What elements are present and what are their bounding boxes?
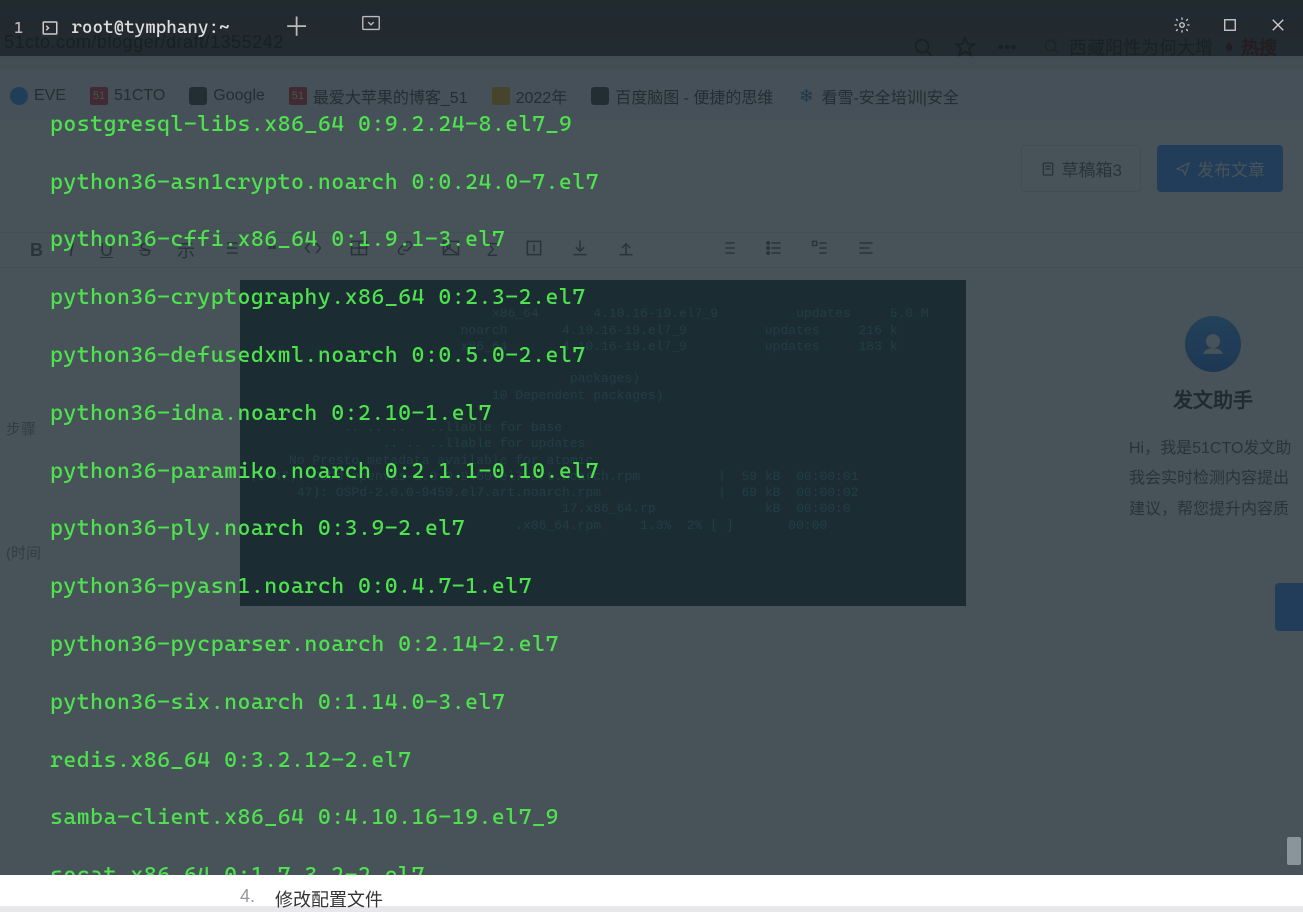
package-line: socat.x86_64 0:1.7.3.2-2.el7 bbox=[24, 862, 1283, 875]
package-line: python36-pyasn1.noarch 0:0.4.7-1.el7 bbox=[24, 573, 1283, 602]
package-line: python36-asn1crypto.noarch 0:0.24.0-7.el… bbox=[24, 169, 1283, 198]
terminal-tab[interactable]: 1 root@tymphany:~ bbox=[0, 0, 254, 56]
package-line: python36-idna.noarch 0:2.10-1.el7 bbox=[24, 400, 1283, 429]
terminal-tab-title: root@tymphany:~ bbox=[71, 14, 229, 43]
terminal-scrollbar-thumb[interactable] bbox=[1287, 837, 1301, 865]
package-line: redis.x86_64 0:3.2.12-2.el7 bbox=[24, 747, 1283, 776]
package-line: samba-client.x86_64 0:4.10.16-19.el7_9 bbox=[24, 804, 1283, 833]
terminal-tab-number: 1 bbox=[14, 14, 23, 43]
tab-dropdown-icon[interactable] bbox=[340, 12, 402, 44]
package-line: python36-defusedxml.noarch 0:0.5.0-2.el7 bbox=[24, 342, 1283, 371]
article-body-text: 4. 修改配置文件 bbox=[240, 886, 383, 912]
close-icon[interactable] bbox=[1269, 14, 1287, 43]
package-line: python36-cffi.x86_64 0:1.9.1-3.el7 bbox=[24, 226, 1283, 255]
package-line: postgresql-libs.x86_64 0:9.2.24-8.el7_9 bbox=[24, 111, 1283, 140]
settings-icon[interactable] bbox=[1173, 14, 1191, 43]
package-line: python36-six.noarch 0:1.14.0-3.el7 bbox=[24, 689, 1283, 718]
maximize-icon[interactable] bbox=[1221, 14, 1239, 43]
terminal-output[interactable]: postgresql-libs.x86_64 0:9.2.24-8.el7_9 … bbox=[24, 82, 1283, 865]
terminal-icon bbox=[41, 19, 59, 37]
terminal-window[interactable]: 1 root@tymphany:~ ＋ postgresql-libs.x86_… bbox=[0, 0, 1303, 875]
package-line: python36-cryptography.x86_64 0:2.3-2.el7 bbox=[24, 284, 1283, 313]
package-line: python36-paramiko.noarch 0:2.1.1-0.10.el… bbox=[24, 458, 1283, 487]
new-tab-button[interactable]: ＋ bbox=[254, 14, 340, 43]
package-line: python36-pycparser.noarch 0:2.14-2.el7 bbox=[24, 631, 1283, 660]
package-line: python36-ply.noarch 0:3.9-2.el7 bbox=[24, 515, 1283, 544]
terminal-titlebar[interactable]: 1 root@tymphany:~ ＋ bbox=[0, 0, 1303, 56]
